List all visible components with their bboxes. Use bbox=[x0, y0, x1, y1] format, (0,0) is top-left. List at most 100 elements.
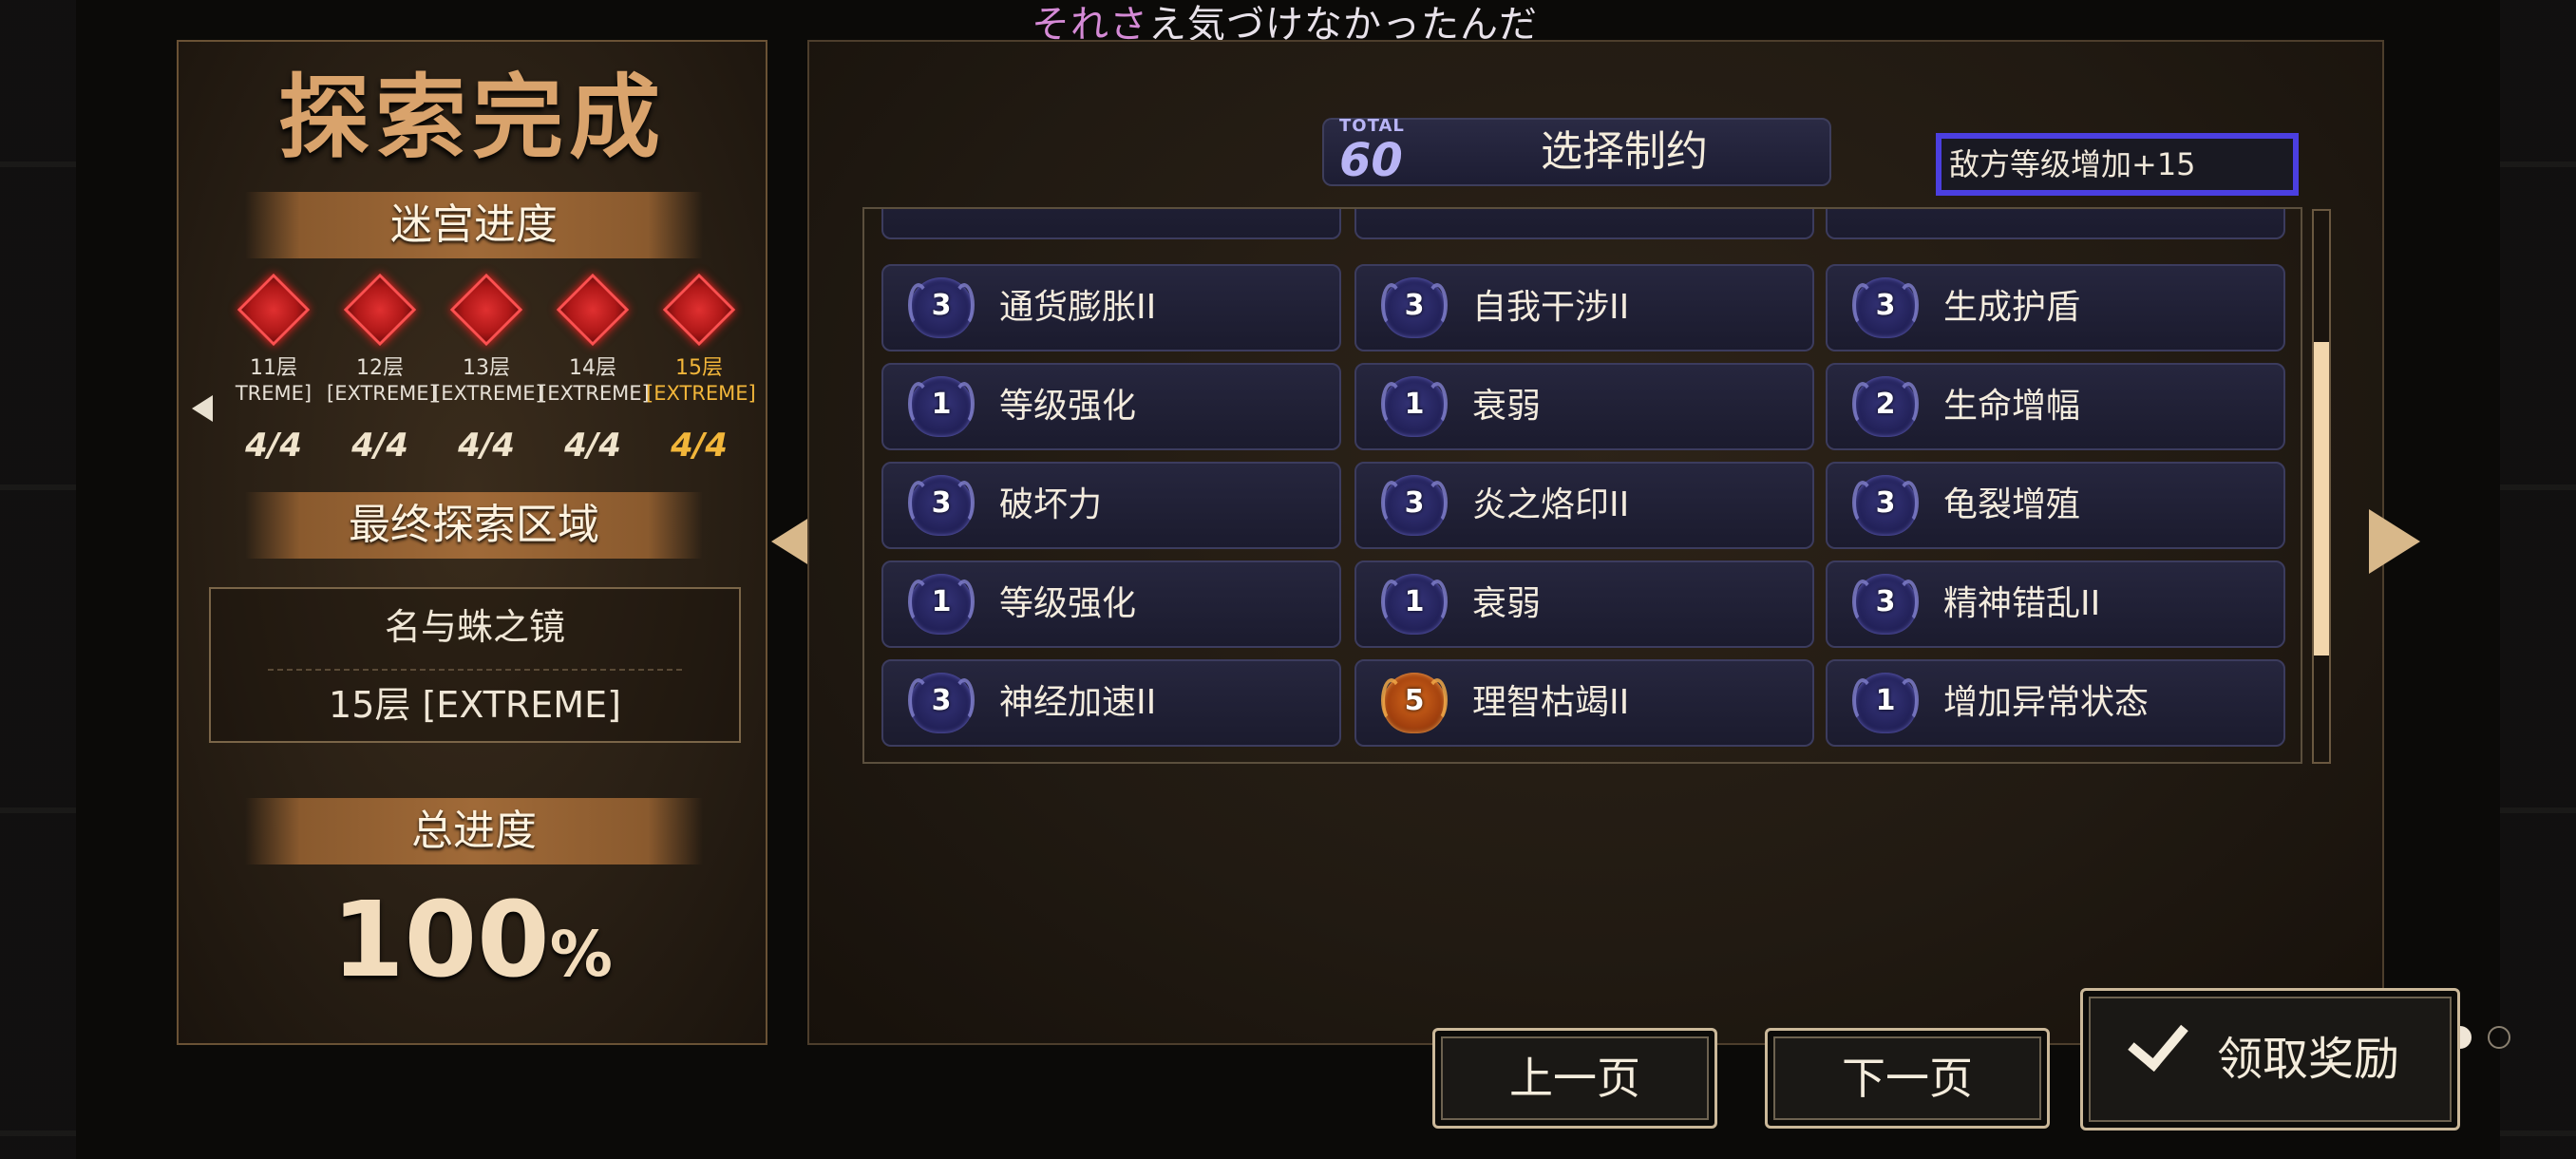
restriction-shield-icon: 1 bbox=[908, 376, 975, 437]
prev-page-button[interactable]: 上一页 bbox=[1432, 1028, 1717, 1129]
restriction-shield-icon: 3 bbox=[1852, 574, 1919, 635]
restriction-label: 精神错乱II bbox=[1943, 584, 2101, 623]
restriction-level: 2 bbox=[1875, 388, 1896, 421]
restriction-card[interactable]: 1 增加异常状态 bbox=[1826, 659, 2285, 747]
restriction-level: 3 bbox=[1875, 486, 1896, 520]
restriction-shield-icon: 1 bbox=[1381, 574, 1448, 635]
restriction-header: TOTAL 60 选择制约 bbox=[1322, 116, 1831, 187]
floor-item: 15层 [EXTREME] 4/4 bbox=[646, 273, 756, 465]
restriction-level: 3 bbox=[1404, 486, 1425, 520]
restriction-level: 1 bbox=[1404, 388, 1425, 421]
claim-reward-button[interactable]: 领取奖励 bbox=[2080, 988, 2460, 1130]
restriction-label: 龟裂增殖 bbox=[1943, 485, 2081, 524]
restriction-card[interactable]: 3 神经加速II bbox=[881, 659, 1341, 747]
restriction-level: 1 bbox=[931, 388, 952, 421]
final-area-name: 名与蛛之镜 bbox=[384, 606, 565, 648]
restriction-label: 生命增幅 bbox=[1943, 387, 2081, 426]
floor-level: [EXTREME] bbox=[540, 382, 650, 405]
restriction-card[interactable]: 1 等级强化 bbox=[881, 560, 1341, 648]
restriction-label: 衰弱 bbox=[1472, 584, 1542, 623]
left-edge-decoration bbox=[0, 0, 76, 1159]
restriction-card-partial[interactable] bbox=[881, 209, 1341, 239]
total-progress-unit: % bbox=[549, 918, 613, 991]
final-area-banner: 最终探索区域 bbox=[245, 492, 703, 559]
restriction-shield-icon: 1 bbox=[1852, 673, 1919, 733]
scroll-thumb[interactable] bbox=[2314, 342, 2329, 656]
restriction-level: 5 bbox=[1404, 684, 1425, 717]
total-progress-value: 100% bbox=[179, 878, 766, 1016]
page-right-arrow-icon[interactable] bbox=[2369, 509, 2420, 574]
selected-effect-box: 敌方等级增加+15 bbox=[1936, 133, 2299, 196]
floor-name: 15层 bbox=[675, 356, 723, 380]
restriction-shield-icon: 2 bbox=[1852, 376, 1919, 437]
floor-level: TREME] bbox=[235, 382, 313, 405]
restriction-level: 3 bbox=[1875, 289, 1896, 322]
restriction-shield-icon: 5 bbox=[1381, 673, 1448, 733]
floor-diamond-icon bbox=[556, 273, 630, 347]
restriction-label: 破坏力 bbox=[999, 485, 1103, 524]
final-area-level: 15层 [EXTREME] bbox=[329, 684, 621, 726]
total-badge: TOTAL 60 bbox=[1339, 116, 1404, 187]
floor-diamond-icon bbox=[343, 273, 417, 347]
restriction-level: 1 bbox=[931, 585, 952, 618]
restriction-level: 1 bbox=[1875, 684, 1896, 717]
restriction-label: 自我干涉II bbox=[1472, 288, 1630, 327]
restriction-card[interactable]: 3 炎之烙印II bbox=[1354, 462, 1814, 549]
divider bbox=[268, 669, 682, 671]
restriction-level: 3 bbox=[1875, 585, 1896, 618]
restriction-level: 3 bbox=[931, 289, 952, 322]
page-title: 探索完成 bbox=[278, 65, 666, 171]
back-arrow-icon[interactable] bbox=[192, 395, 213, 422]
restriction-level: 3 bbox=[1404, 289, 1425, 322]
restriction-shield-icon: 1 bbox=[1381, 376, 1448, 437]
floor-item: 11层 TREME] 4/4 bbox=[220, 273, 327, 465]
restriction-card[interactable]: 1 衰弱 bbox=[1354, 560, 1814, 648]
restriction-shield-icon: 1 bbox=[908, 574, 975, 635]
total-badge-value: 60 bbox=[1339, 134, 1403, 187]
floor-progress-list: 11层 TREME] 4/4 12层 [EXTREME] 4/4 13层 [EXTREME] 4… bbox=[217, 273, 756, 503]
floor-level: [EXTREME] bbox=[433, 382, 543, 405]
next-page-button[interactable]: 下一页 bbox=[1765, 1028, 2050, 1129]
restriction-label: 增加异常状态 bbox=[1943, 683, 2150, 722]
restriction-card[interactable]: 3 龟裂增殖 bbox=[1826, 462, 2285, 549]
final-area-box: 名与蛛之镜 15层 [EXTREME] bbox=[209, 587, 741, 743]
restriction-card[interactable]: 5 理智枯竭II bbox=[1354, 659, 1814, 747]
restriction-label: 等级强化 bbox=[999, 387, 1137, 426]
restriction-card-partial[interactable] bbox=[1826, 209, 2285, 239]
restriction-panel: TOTAL 60 选择制约 敌方等级增加+15 3 通货膨胀II 3 自我干涉II 3 生… bbox=[807, 40, 2510, 1049]
restriction-card[interactable]: 1 衰弱 bbox=[1354, 363, 1814, 450]
restriction-card[interactable]: 3 破坏力 bbox=[881, 462, 1341, 549]
claim-reward-label: 领取奖励 bbox=[2216, 1033, 2399, 1086]
restriction-card[interactable]: 3 生成护盾 bbox=[1826, 264, 2285, 352]
floor-name: 11层 bbox=[250, 356, 297, 380]
restriction-level: 1 bbox=[1404, 585, 1425, 618]
restriction-card[interactable]: 3 精神错乱II bbox=[1826, 560, 2285, 648]
page-dot[interactable] bbox=[2488, 1026, 2510, 1049]
restriction-card[interactable]: 2 生命增幅 bbox=[1826, 363, 2285, 450]
scrollbar[interactable] bbox=[2312, 209, 2331, 764]
restriction-title: 选择制约 bbox=[1541, 127, 1708, 176]
exploration-summary-panel: 探索完成 迷宫进度 11层 TREME] 4/4 12层 [EXTREME] 4/4 13层… bbox=[177, 40, 767, 1045]
floor-count: 4/4 bbox=[671, 427, 728, 465]
restriction-label: 理智枯竭II bbox=[1472, 683, 1630, 722]
restriction-card[interactable]: 3 通货膨胀II bbox=[881, 264, 1341, 352]
restriction-level: 3 bbox=[931, 486, 952, 520]
restriction-card-partial[interactable] bbox=[1354, 209, 1814, 239]
floor-item: 13层 [EXTREME] 4/4 bbox=[433, 273, 543, 465]
total-progress-number: 100 bbox=[331, 879, 550, 1000]
floor-count: 4/4 bbox=[458, 427, 515, 465]
floor-diamond-icon bbox=[237, 273, 311, 347]
restriction-card[interactable]: 3 自我干涉II bbox=[1354, 264, 1814, 352]
restriction-level: 3 bbox=[931, 684, 952, 717]
floor-count: 4/4 bbox=[564, 427, 621, 465]
restriction-label: 神经加速II bbox=[999, 683, 1157, 722]
restriction-label: 等级强化 bbox=[999, 584, 1137, 623]
floor-level: [EXTREME] bbox=[327, 382, 437, 405]
floor-count: 4/4 bbox=[351, 427, 408, 465]
floor-name: 13层 bbox=[463, 356, 510, 380]
restriction-card[interactable]: 1 等级强化 bbox=[881, 363, 1341, 450]
right-edge-decoration bbox=[2500, 0, 2576, 1159]
floor-item: 14层 [EXTREME] 4/4 bbox=[540, 273, 650, 465]
restriction-shield-icon: 3 bbox=[908, 277, 975, 338]
floor-item: 12层 [EXTREME] 4/4 bbox=[327, 273, 437, 465]
